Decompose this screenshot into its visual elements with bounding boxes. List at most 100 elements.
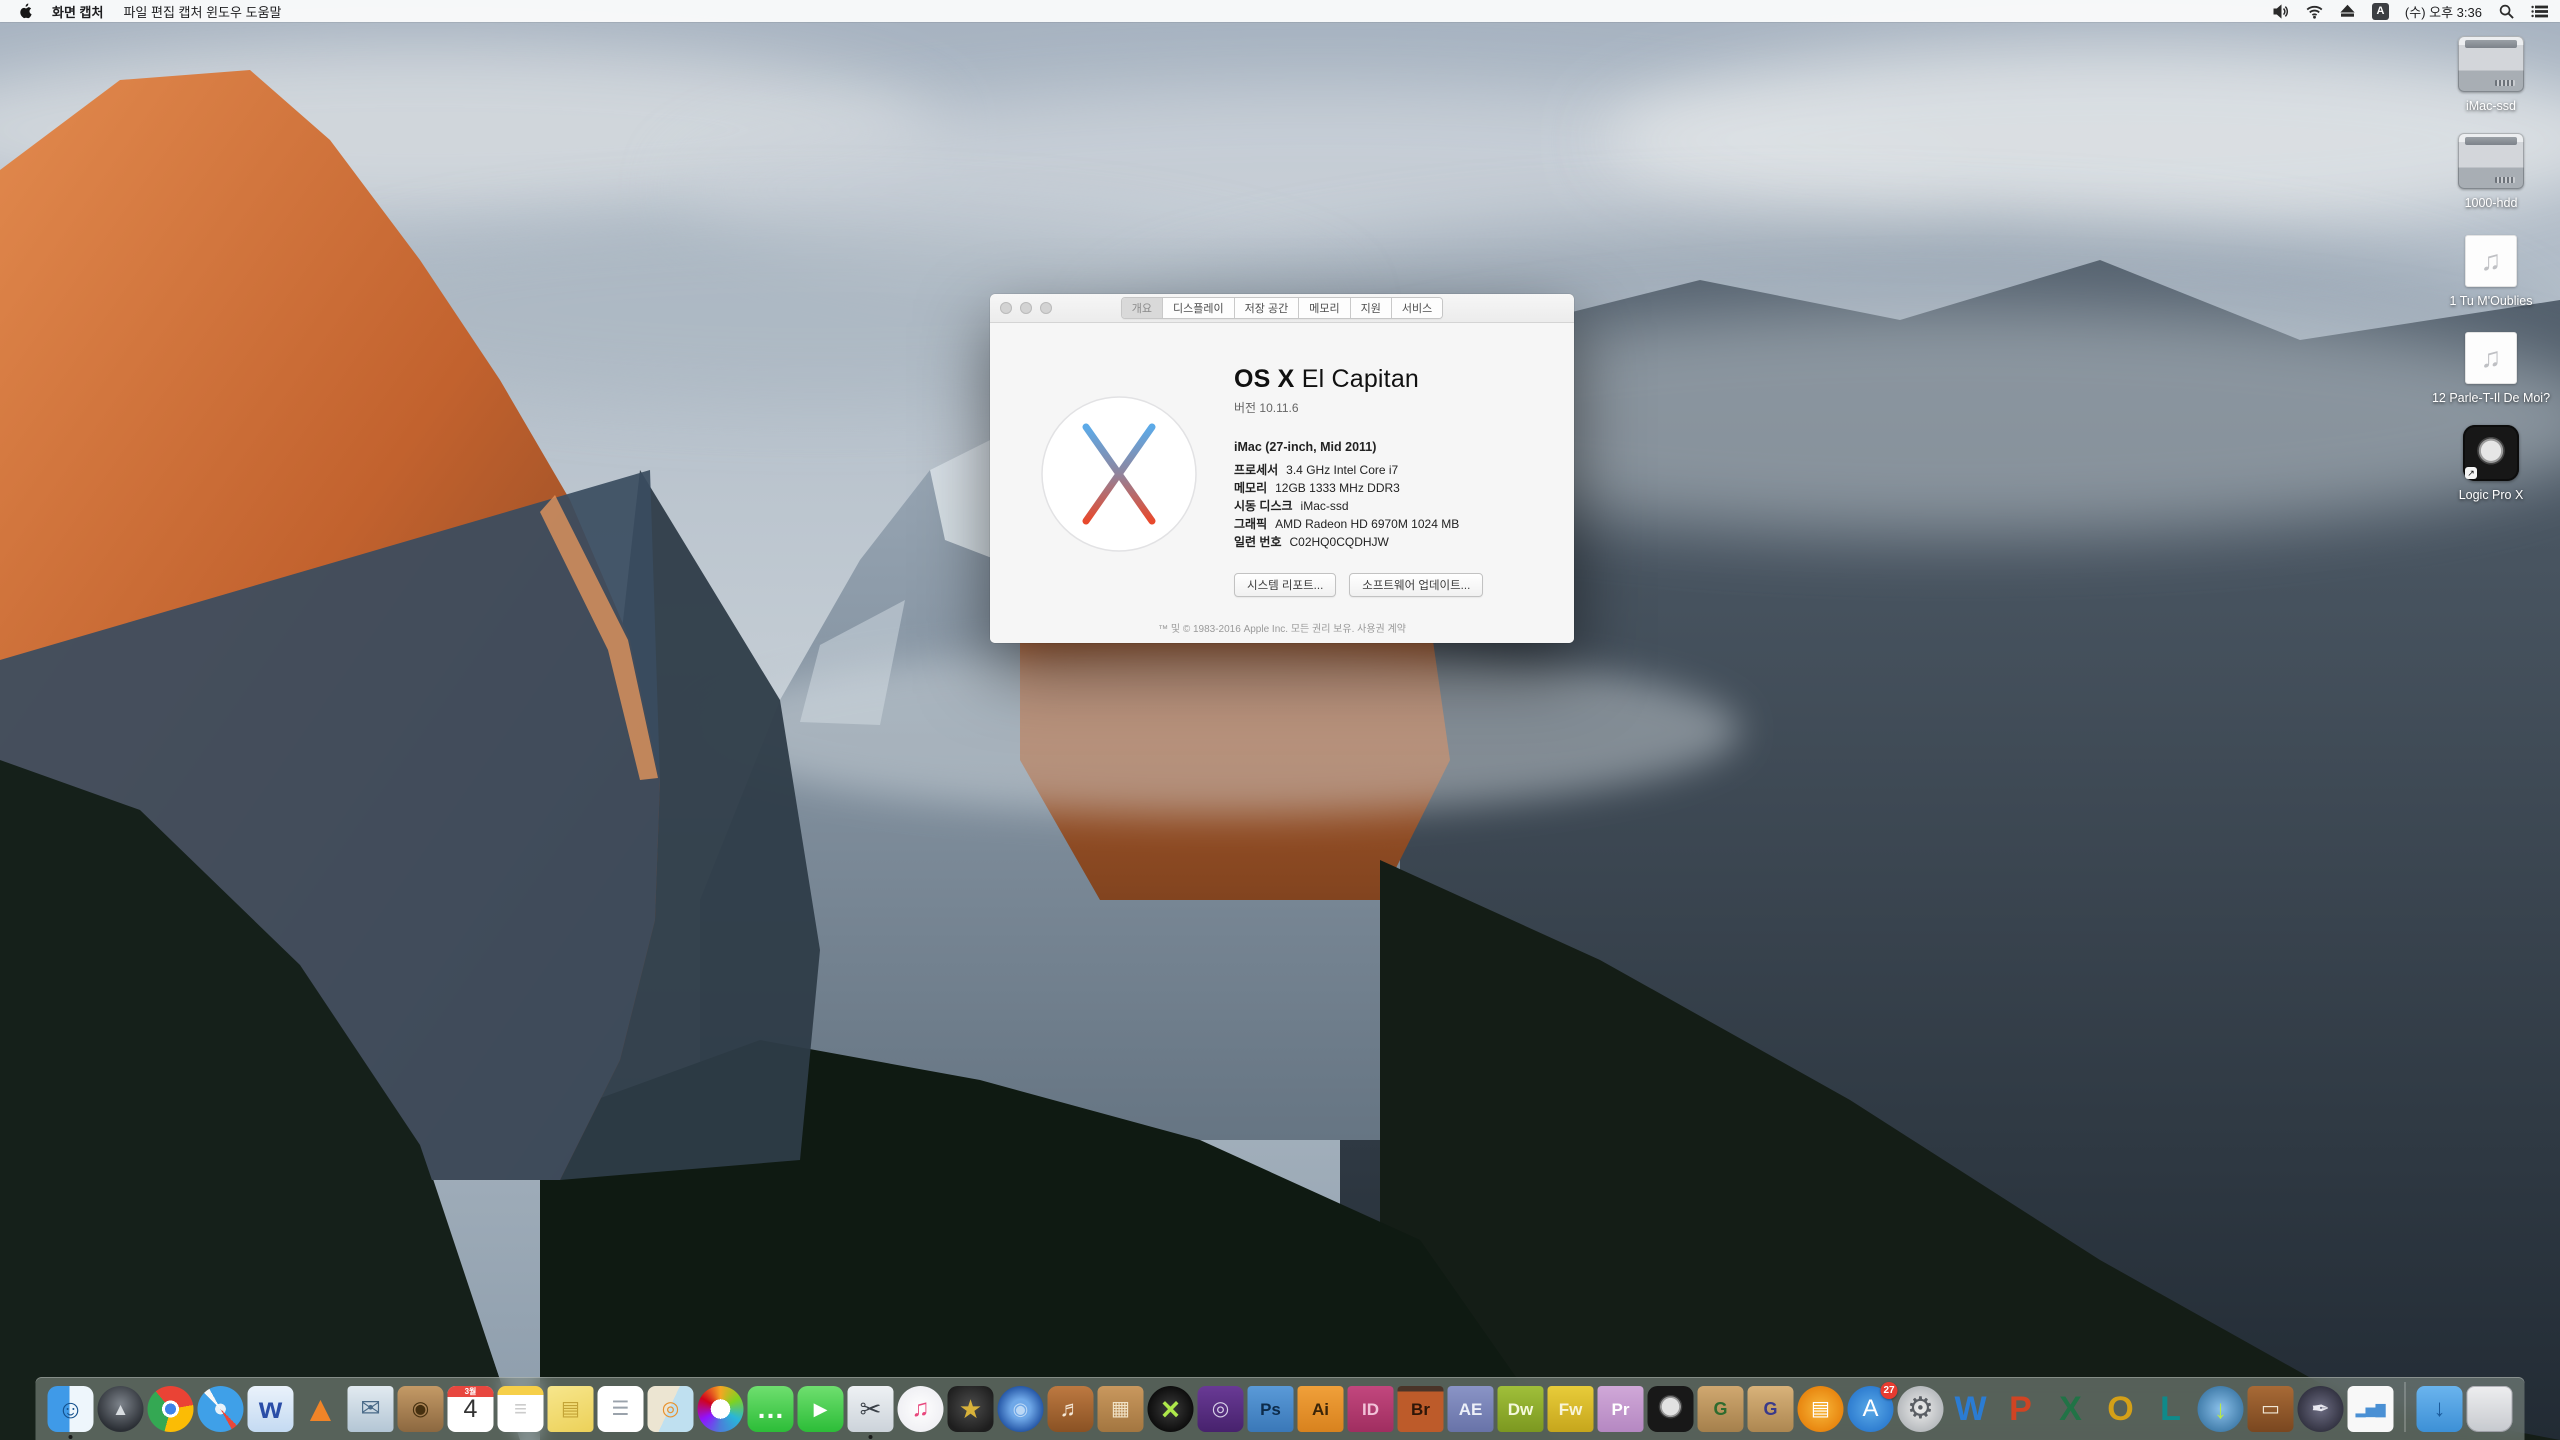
dock-contacts-icon[interactable]: ◉	[398, 1386, 444, 1432]
dock-messages-icon[interactable]: …	[748, 1386, 794, 1432]
dock-powerpoint-icon[interactable]: P	[1998, 1386, 2044, 1432]
spotlight-search-icon[interactable]	[2498, 4, 2515, 19]
os-title: OS X El Capitan	[1234, 365, 1554, 394]
dock-logic-pro-icon[interactable]	[1648, 1386, 1694, 1432]
dock-safari-icon[interactable]	[198, 1386, 244, 1432]
dock-ibooks-icon[interactable]: ▤	[1798, 1386, 1844, 1432]
tab-support[interactable]: 지원	[1351, 298, 1392, 318]
dock-calendar-icon[interactable]: 4 3월	[448, 1386, 494, 1432]
app-icon-glyph	[698, 1386, 744, 1432]
dock-bluray-player-icon[interactable]: ◉	[998, 1386, 1044, 1432]
tab-overview[interactable]: 개요	[1122, 298, 1163, 318]
app-icon-glyph: X	[2048, 1386, 2094, 1432]
desktop-icon-imac-ssd[interactable]: iMac-ssd	[2430, 32, 2552, 114]
dock-premiere-icon[interactable]: Pr	[1598, 1386, 1644, 1432]
dock-notes-icon[interactable]: ≡	[498, 1386, 544, 1432]
dock-downloads-folder-icon[interactable]: ↓	[2417, 1386, 2463, 1432]
dock-itunes-icon[interactable]: ♫	[898, 1386, 944, 1432]
dock-pages-icon[interactable]: ✒	[2298, 1386, 2344, 1432]
app-icon-glyph: ◉	[998, 1386, 1044, 1432]
dock-chrome-icon[interactable]	[148, 1386, 194, 1432]
menu-capture[interactable]: 캡처	[179, 5, 203, 20]
volume-icon[interactable]	[2273, 4, 2290, 19]
app-icon-glyph: Dw	[1498, 1386, 1544, 1432]
dock-excel-icon[interactable]: X	[2048, 1386, 2094, 1432]
app-menus: 파일 편집 캡처 윈도우 도움말	[113, 2, 291, 21]
desktop-icon-music-12[interactable]: ♫ 12 Parle-T-Il De Moi?	[2430, 324, 2552, 406]
apple-menu[interactable]	[12, 3, 42, 19]
dock-imovie-icon[interactable]: ★	[948, 1386, 994, 1432]
menu-file[interactable]: 파일	[123, 5, 147, 20]
dock-system-preferences-icon[interactable]: ⚙	[1898, 1386, 1944, 1432]
dock-x-app-icon[interactable]: ×	[1148, 1386, 1194, 1432]
dock-facetime-icon[interactable]: ▶	[798, 1386, 844, 1432]
dock-lync-icon[interactable]: L	[2148, 1386, 2194, 1432]
dock-numbers-icon[interactable]: ▂▅▇	[2348, 1386, 2394, 1432]
dock-screen-capture-icon[interactable]: ✂	[848, 1386, 894, 1432]
dock-download-manager-icon[interactable]: ↓	[2198, 1386, 2244, 1432]
eject-icon[interactable]	[2339, 4, 2356, 19]
os-x-logo	[1040, 395, 1198, 553]
input-source-menu[interactable]: A	[2372, 3, 2389, 20]
dock-maps-icon[interactable]: ◎	[648, 1386, 694, 1432]
app-icon-glyph: w	[248, 1386, 294, 1432]
dock-appstore-icon[interactable]: A 27	[1848, 1386, 1894, 1432]
dock-dreamweaver-icon[interactable]: Dw	[1498, 1386, 1544, 1432]
clock[interactable]: (수) 오후 3:36	[2405, 2, 2482, 21]
tab-displays[interactable]: 디스플레이	[1163, 298, 1235, 318]
software-update-button[interactable]: 소프트웨어 업데이트...	[1349, 573, 1483, 597]
tab-service[interactable]: 서비스	[1392, 298, 1442, 318]
desktop-icon-logic-pro[interactable]: ↗ Logic Pro X	[2430, 421, 2552, 503]
system-report-button[interactable]: 시스템 리포트...	[1234, 573, 1336, 597]
copyright-footer: ™ 및 © 1983-2016 Apple Inc. 모든 권리 보유. 사용권…	[990, 620, 1574, 635]
running-indicator	[69, 1435, 73, 1439]
dock-trash-icon[interactable]	[2467, 1386, 2513, 1432]
os-version: 버전 10.11.6	[1234, 399, 1554, 416]
music-note-icon: ♫	[2481, 344, 2502, 372]
dock-corkboard-app-icon[interactable]: ▦	[1098, 1386, 1144, 1432]
dock-bridge-icon[interactable]: Br	[1398, 1386, 1444, 1432]
zoom-button[interactable]	[1040, 302, 1052, 314]
menu-window[interactable]: 윈도우	[206, 5, 242, 20]
active-app-name[interactable]: 화면 캡처	[42, 2, 113, 21]
dock-vlc-icon[interactable]: ▲	[298, 1386, 344, 1432]
dock-finder-icon[interactable]: ☺	[48, 1386, 94, 1432]
wifi-icon[interactable]	[2306, 4, 2323, 19]
app-icon-glyph: ♫	[898, 1386, 944, 1432]
minimize-button[interactable]	[1020, 302, 1032, 314]
dock-reminders-icon[interactable]: ☰	[598, 1386, 644, 1432]
desktop-icon-music-1[interactable]: ♫ 1 Tu M'Oublies	[2430, 227, 2552, 309]
desktop-icon-label: iMac-ssd	[2466, 98, 2516, 114]
dock-keynote-icon[interactable]: ▭	[2248, 1386, 2294, 1432]
app-icon-glyph: ▶	[798, 1386, 844, 1432]
file-icon	[2458, 133, 2524, 189]
dock-mail-icon[interactable]: ✉	[348, 1386, 394, 1432]
dock-garageband-icon[interactable]: ♬	[1048, 1386, 1094, 1432]
dock-stuffit-expander-icon[interactable]: G	[1698, 1386, 1744, 1432]
tab-storage[interactable]: 저장 공간	[1235, 298, 1300, 318]
dock-photoshop-icon[interactable]: Ps	[1248, 1386, 1294, 1432]
dock-toast-icon[interactable]: ◎	[1198, 1386, 1244, 1432]
desktop-icon-1000-hdd[interactable]: 1000-hdd	[2430, 129, 2552, 211]
file-icon	[2458, 36, 2524, 92]
window-titlebar[interactable]: 개요 디스플레이 저장 공간 메모리 지원 서비스	[990, 294, 1574, 323]
dock-word-icon[interactable]: W	[1948, 1386, 1994, 1432]
dock-aftereffects-icon[interactable]: AE	[1448, 1386, 1494, 1432]
dock-wordfast-icon[interactable]: w	[248, 1386, 294, 1432]
close-button[interactable]	[1000, 302, 1012, 314]
dock-indesign-icon[interactable]: ID	[1348, 1386, 1394, 1432]
dock-outlook-icon[interactable]: O	[2098, 1386, 2144, 1432]
tab-memory[interactable]: 메모리	[1299, 298, 1350, 318]
notification-center-icon[interactable]	[2531, 4, 2548, 19]
dock-illustrator-icon[interactable]: Ai	[1298, 1386, 1344, 1432]
dock-launchpad-icon[interactable]: ▲	[98, 1386, 144, 1432]
dock-fireworks-icon[interactable]: Fw	[1548, 1386, 1594, 1432]
about-info: OS X El Capitan 버전 10.11.6 iMac (27-inch…	[1234, 365, 1554, 597]
dock-photos-icon[interactable]	[698, 1386, 744, 1432]
dock-stickies-icon[interactable]: ▤	[548, 1386, 594, 1432]
dock-archiver-icon[interactable]: G	[1748, 1386, 1794, 1432]
menu-edit[interactable]: 편집	[151, 5, 175, 20]
menu-help[interactable]: 도움말	[246, 5, 282, 20]
app-icon-glyph: L	[2148, 1386, 2194, 1432]
desktop-icon-label: 1 Tu M'Oublies	[2450, 293, 2533, 309]
